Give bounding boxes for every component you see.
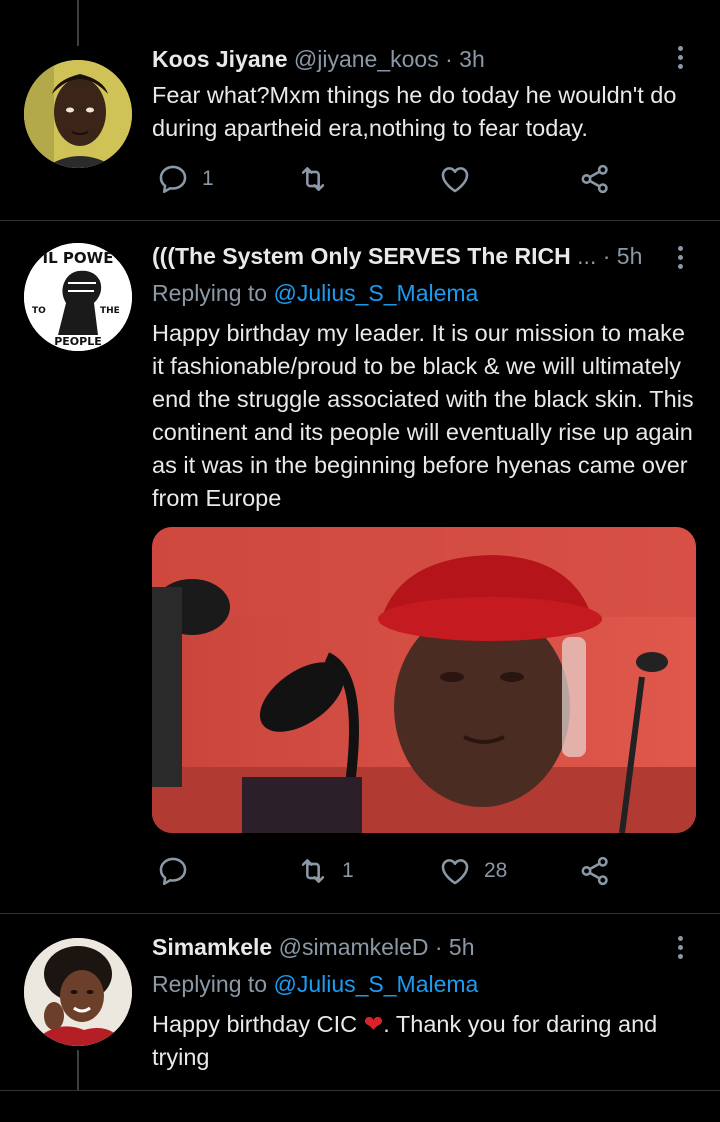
like-icon xyxy=(441,167,469,193)
separator: · xyxy=(445,46,453,72)
replying-prefix: Replying to xyxy=(152,280,268,306)
avatar-fist-logo: IL POWE TO THE PEOPLE xyxy=(24,243,132,351)
tweet-header: Koos Jiyane @jiyane_koos · 3h xyxy=(152,44,485,74)
avatar[interactable]: IL POWE TO THE PEOPLE xyxy=(24,243,132,351)
retweet-icon xyxy=(301,167,325,191)
tweet-actions: 1 xyxy=(0,162,720,202)
reply-count: 1 xyxy=(202,167,214,190)
tweet-text: Happy birthday my leader. It is our miss… xyxy=(152,320,694,511)
timestamp[interactable]: 5h xyxy=(449,934,475,960)
tweet-text: Happy birthday CIC ❤. Thank you for dari… xyxy=(152,1008,700,1074)
heart-emoji-icon: ❤ xyxy=(363,1011,384,1037)
tweet-text-part: Happy birthday CIC xyxy=(152,1011,364,1037)
reply-icon xyxy=(159,857,187,886)
tweet-header: Simamkele @simamkeleD · 5h xyxy=(152,932,475,962)
avatar-photo xyxy=(24,60,132,168)
timestamp[interactable]: 3h xyxy=(459,46,485,72)
like-count: 28 xyxy=(484,859,508,882)
retweet-icon xyxy=(301,859,325,883)
timestamp[interactable]: 5h xyxy=(617,243,643,269)
like-button[interactable]: 28 xyxy=(438,854,507,888)
replying-prefix: Replying to xyxy=(152,971,268,997)
mention-link[interactable]: @Julius_S_Malema xyxy=(273,280,478,306)
like-button[interactable] xyxy=(438,162,472,196)
replying-to: Replying to @Julius_S_Malema xyxy=(152,969,478,999)
share-button[interactable] xyxy=(578,854,612,888)
separator: · xyxy=(434,934,443,960)
avatar-text-bottom: PEOPLE xyxy=(54,335,102,348)
retweet-button[interactable] xyxy=(296,162,330,196)
retweet-count: 1 xyxy=(342,859,354,882)
avatar-photo xyxy=(24,938,132,1046)
divider xyxy=(0,1090,720,1091)
replying-to: Replying to @Julius_S_Malema xyxy=(152,278,478,308)
reply-button[interactable]: 1 xyxy=(156,162,214,196)
like-icon xyxy=(441,859,469,885)
avatar[interactable] xyxy=(24,60,132,168)
tweet-system[interactable]: IL POWE TO THE PEOPLE (((The System Only… xyxy=(0,221,720,913)
reply-button[interactable] xyxy=(156,854,190,888)
share-icon xyxy=(581,856,608,886)
photo-man-with-red-beret xyxy=(152,527,696,833)
tweet-header: (((The System Only SERVES The RICH ... ·… xyxy=(152,241,642,271)
tweet-text: Fear what?Mxm things he do today he woul… xyxy=(152,82,677,141)
name-ellipsis: ... xyxy=(577,243,597,269)
tweet-simamkele[interactable]: Simamkele @simamkeleD · 5h Replying to @… xyxy=(0,914,720,1090)
tweet-koos[interactable]: Koos Jiyane @jiyane_koos · 3h Fear what?… xyxy=(0,0,720,220)
reply-icon xyxy=(159,165,187,194)
avatar[interactable] xyxy=(24,938,132,1046)
tweet-actions: 1 28 xyxy=(0,854,720,894)
mention-link[interactable]: @Julius_S_Malema xyxy=(273,971,478,997)
more-icon[interactable] xyxy=(678,936,684,963)
author-name[interactable]: Koos Jiyane xyxy=(152,46,288,72)
more-icon[interactable] xyxy=(678,246,684,273)
author-handle[interactable]: @simamkeleD xyxy=(279,934,429,960)
retweet-button[interactable]: 1 xyxy=(296,854,354,888)
avatar-text-top: IL POWE xyxy=(43,249,114,267)
avatar-text-left: TO xyxy=(32,306,46,316)
author-name[interactable]: Simamkele xyxy=(152,934,272,960)
share-icon xyxy=(581,164,608,194)
avatar-text-right: THE xyxy=(100,306,120,316)
separator: · xyxy=(602,243,611,269)
author-handle[interactable]: @jiyane_koos xyxy=(294,46,439,72)
more-icon[interactable] xyxy=(678,46,684,73)
tweet-media-image[interactable] xyxy=(152,527,696,833)
share-button[interactable] xyxy=(578,162,612,196)
author-name[interactable]: (((The System Only SERVES The RICH xyxy=(152,243,571,269)
